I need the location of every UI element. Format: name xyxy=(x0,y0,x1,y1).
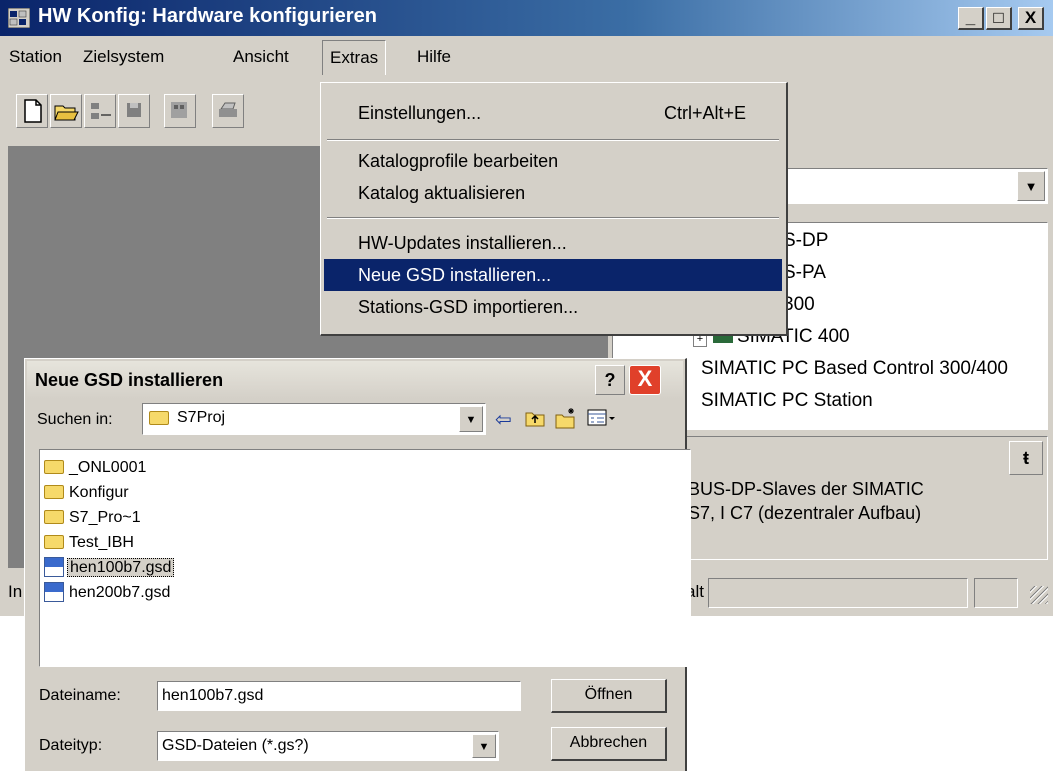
menu-item-shortcut: Ctrl+Alt+E xyxy=(663,103,746,123)
menu-hilfe[interactable]: Hilfe xyxy=(410,40,458,74)
folder-icon xyxy=(44,510,64,524)
dialog-title-bar[interactable]: Neue GSD installieren ? X xyxy=(27,361,683,399)
view-menu-icon[interactable] xyxy=(587,409,617,427)
resize-grip[interactable] xyxy=(1030,586,1048,604)
app-icon xyxy=(8,8,30,28)
file-item-konfigur[interactable]: Konfigur xyxy=(44,481,131,505)
menu-item-label: Katalog aktualisieren xyxy=(358,183,526,203)
file-name: hen200b7.gsd xyxy=(69,584,171,601)
open-button[interactable] xyxy=(50,94,82,128)
accessible-nodes-button[interactable] xyxy=(84,94,116,128)
close-button[interactable]: X xyxy=(1018,7,1044,30)
dialog-title: Neue GSD installieren xyxy=(35,370,224,390)
file-item-hen100b7[interactable]: hen100b7.gsd xyxy=(44,556,175,580)
compile-icon xyxy=(171,102,187,118)
title-bar[interactable]: HW Konfig: Hardware konfigurieren _ □ X xyxy=(0,0,1053,36)
folder-icon xyxy=(44,485,64,499)
compile-button[interactable] xyxy=(164,94,196,128)
combo-dropdown-button[interactable]: ▼ xyxy=(1017,171,1045,201)
new-document-icon xyxy=(24,99,42,123)
cancel-button[interactable]: Abbrechen xyxy=(551,727,667,761)
tree-item-simatic-pc-station[interactable]: SIMATIC PC Station xyxy=(701,385,873,417)
menu-item-label: Katalogprofile bearbeiten xyxy=(358,151,559,171)
gsd-file-icon xyxy=(44,582,64,602)
menu-zielsystem[interactable]: Zielsystem xyxy=(76,40,171,74)
menu-item-katalogprofile[interactable]: Katalogprofile bearbeiten xyxy=(324,145,782,177)
install-gsd-dialog: Neue GSD installieren ? X Suchen in: S7P… xyxy=(24,358,691,771)
dialog-close-button[interactable]: X xyxy=(629,365,661,395)
menu-item-hw-updates[interactable]: HW-Updates installieren... xyxy=(324,227,782,259)
folder-icon xyxy=(44,460,64,474)
maximize-button[interactable]: □ xyxy=(986,7,1012,30)
catalog-description: BUS-DP-Slaves der SIMATIC S7, I C7 (deze… xyxy=(688,479,924,523)
menu-station[interactable]: Station xyxy=(2,40,69,74)
menu-separator xyxy=(327,139,779,141)
up-folder-icon[interactable] xyxy=(525,409,545,427)
new-button[interactable] xyxy=(16,94,48,128)
status-field xyxy=(708,578,968,608)
lookin-value: S7Proj xyxy=(177,409,226,426)
print-button[interactable] xyxy=(212,94,244,128)
chevron-down-icon: ▼ xyxy=(465,414,477,426)
status-text: In xyxy=(8,582,23,601)
file-name: Konfigur xyxy=(69,484,129,501)
menu-extras[interactable]: Extras xyxy=(322,40,387,75)
save-icon xyxy=(127,103,141,117)
file-name: Test_IBH xyxy=(69,534,134,551)
file-name: S7_Pro~1 xyxy=(69,509,141,526)
menu-item-einstellungen[interactable]: Einstellungen... Ctrl+Alt+E xyxy=(324,97,782,129)
filetype-dropdown-button[interactable]: ▼ xyxy=(472,734,496,758)
file-item-onl0001[interactable]: _ONL0001 xyxy=(44,456,148,480)
new-folder-icon[interactable] xyxy=(555,407,577,429)
tree-item-profibus-dp[interactable]: S-DP xyxy=(783,225,828,257)
open-folder-icon xyxy=(54,105,79,121)
filetype-value: GSD-Dateien (*.gs?) xyxy=(162,737,309,754)
menu-item-label: HW-Updates installieren... xyxy=(358,233,567,253)
filetype-select[interactable]: GSD-Dateien (*.gs?) ▼ xyxy=(157,731,499,761)
open-button[interactable]: Öffnen xyxy=(551,679,667,713)
lookin-label: Suchen in: xyxy=(37,411,113,428)
menu-item-label: Stations-GSD importieren... xyxy=(358,297,579,317)
chevron-down-icon: ▼ xyxy=(1024,179,1038,194)
menu-item-katalog-aktualisieren[interactable]: Katalog aktualisieren xyxy=(324,177,782,209)
tree-item-profibus-pa[interactable]: S-PA xyxy=(783,257,826,289)
minimize-button[interactable]: _ xyxy=(958,7,984,30)
tree-item-simatic-pc-based-control[interactable]: SIMATIC PC Based Control 300/400 xyxy=(701,353,1008,385)
menu-bar: Station Zielsystem Ansicht Extras Hilfe xyxy=(0,40,1053,75)
folder-icon xyxy=(44,535,64,549)
menu-item-neue-gsd[interactable]: Neue GSD installieren... xyxy=(324,259,782,291)
filename-input[interactable]: hen100b7.gsd xyxy=(157,681,521,711)
filename-label: Dateiname: xyxy=(39,687,121,704)
menu-ansicht[interactable]: Ansicht xyxy=(226,40,296,74)
back-arrow-icon[interactable]: ⇦ xyxy=(495,407,512,432)
menu-item-stations-gsd[interactable]: Stations-GSD importieren... xyxy=(324,291,782,323)
chevron-down-icon: ▼ xyxy=(478,741,490,753)
help-button[interactable]: ? xyxy=(595,365,625,395)
save-button[interactable] xyxy=(118,94,150,128)
network-icon xyxy=(91,103,111,119)
folder-icon xyxy=(149,411,169,425)
file-list[interactable]: _ONL0001 Konfigur S7_Pro~1 Test_IBH hen1… xyxy=(39,449,691,667)
file-name: _ONL0001 xyxy=(69,459,147,476)
order-number-toggle-button[interactable]: ŧ xyxy=(1009,441,1043,475)
lookin-combo[interactable]: S7Proj ▼ xyxy=(142,403,486,435)
extras-dropdown-menu: Einstellungen... Ctrl+Alt+E Katalogprofi… xyxy=(320,82,788,336)
lookin-dropdown-button[interactable]: ▼ xyxy=(459,406,483,432)
menu-item-label: Neue GSD installieren... xyxy=(358,265,552,285)
window-title: HW Konfig: Hardware konfigurieren xyxy=(38,5,377,27)
printer-icon xyxy=(219,102,237,117)
file-name: hen100b7.gsd xyxy=(67,558,175,577)
file-item-hen200b7[interactable]: hen200b7.gsd xyxy=(44,581,172,605)
gsd-file-icon xyxy=(44,557,64,577)
toggle-info-icon: ŧ xyxy=(1023,448,1029,468)
filetype-label: Dateityp: xyxy=(39,737,103,754)
file-item-test-ibh[interactable]: Test_IBH xyxy=(44,531,136,555)
menu-item-label: Einstellungen... xyxy=(358,103,482,123)
file-item-s7-pro[interactable]: S7_Pro~1 xyxy=(44,506,143,530)
menu-separator xyxy=(327,217,779,219)
status-field-2 xyxy=(974,578,1018,608)
